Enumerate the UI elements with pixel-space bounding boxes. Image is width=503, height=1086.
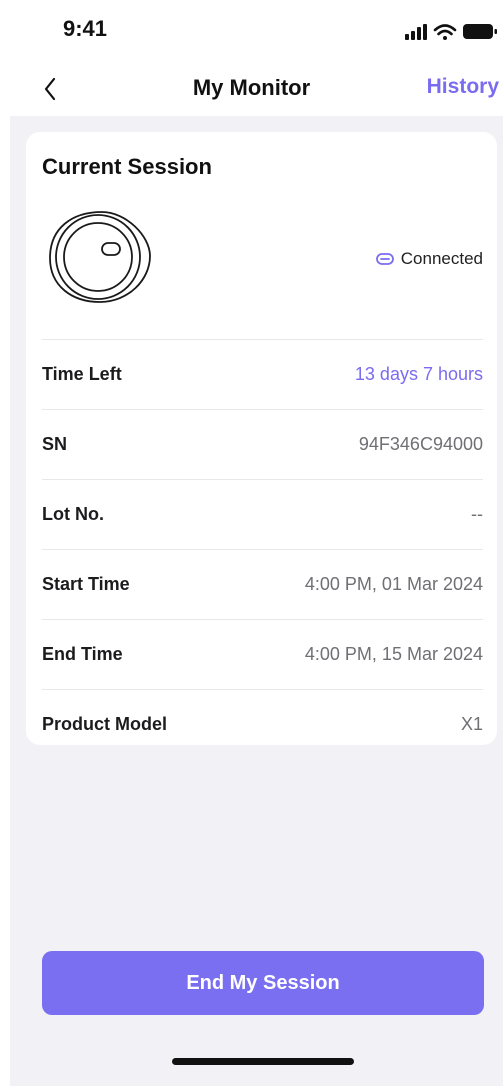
- nav-bar: My Monitor History: [0, 60, 503, 116]
- session-card: Current Session Connected Time Left 13 d…: [26, 132, 497, 745]
- row-label: End Time: [42, 644, 123, 664]
- connection-status: Connected: [375, 249, 483, 269]
- row-product-model: Product Model X1: [42, 689, 483, 760]
- card-title: Current Session: [42, 154, 212, 179]
- row-value: --: [471, 504, 483, 524]
- signal-icon: [405, 24, 427, 40]
- history-link[interactable]: History: [427, 75, 499, 99]
- back-button[interactable]: [38, 74, 66, 104]
- status-bar: 9:41: [0, 0, 503, 60]
- row-value: 94F346C94000: [358, 434, 483, 454]
- row-time-left: Time Left 13 days 7 hours: [42, 339, 483, 410]
- status-time: 9:41: [63, 16, 108, 41]
- wifi-icon: [433, 24, 457, 40]
- row-start-time: Start Time 4:00 PM, 01 Mar 2024: [42, 549, 483, 620]
- row-label: Product Model: [42, 714, 167, 734]
- row-value: 4:00 PM, 01 Mar 2024: [304, 574, 483, 594]
- row-end-time: End Time 4:00 PM, 15 Mar 2024: [42, 619, 483, 690]
- end-session-button[interactable]: End My Session: [42, 951, 484, 1015]
- row-lot-no: Lot No. --: [42, 479, 483, 550]
- link-icon: [375, 251, 395, 267]
- monitor-sensor-icon: [42, 206, 154, 308]
- row-label: SN: [42, 434, 68, 454]
- row-label: Lot No.: [42, 504, 104, 524]
- home-indicator: [172, 1058, 354, 1065]
- row-value: X1: [460, 714, 483, 734]
- connection-label: Connected: [400, 249, 483, 268]
- row-value: 13 days 7 hours: [354, 364, 483, 384]
- row-label: Start Time: [42, 574, 130, 594]
- content-area: Current Session Connected Time Left 13 d…: [10, 116, 503, 1086]
- row-sn: SN 94F346C94000: [42, 409, 483, 480]
- row-label: Time Left: [42, 364, 122, 384]
- row-value: 4:00 PM, 15 Mar 2024: [304, 644, 483, 664]
- status-icons: [403, 20, 503, 44]
- chevron-left-icon: [44, 77, 56, 101]
- battery-icon: [463, 24, 497, 39]
